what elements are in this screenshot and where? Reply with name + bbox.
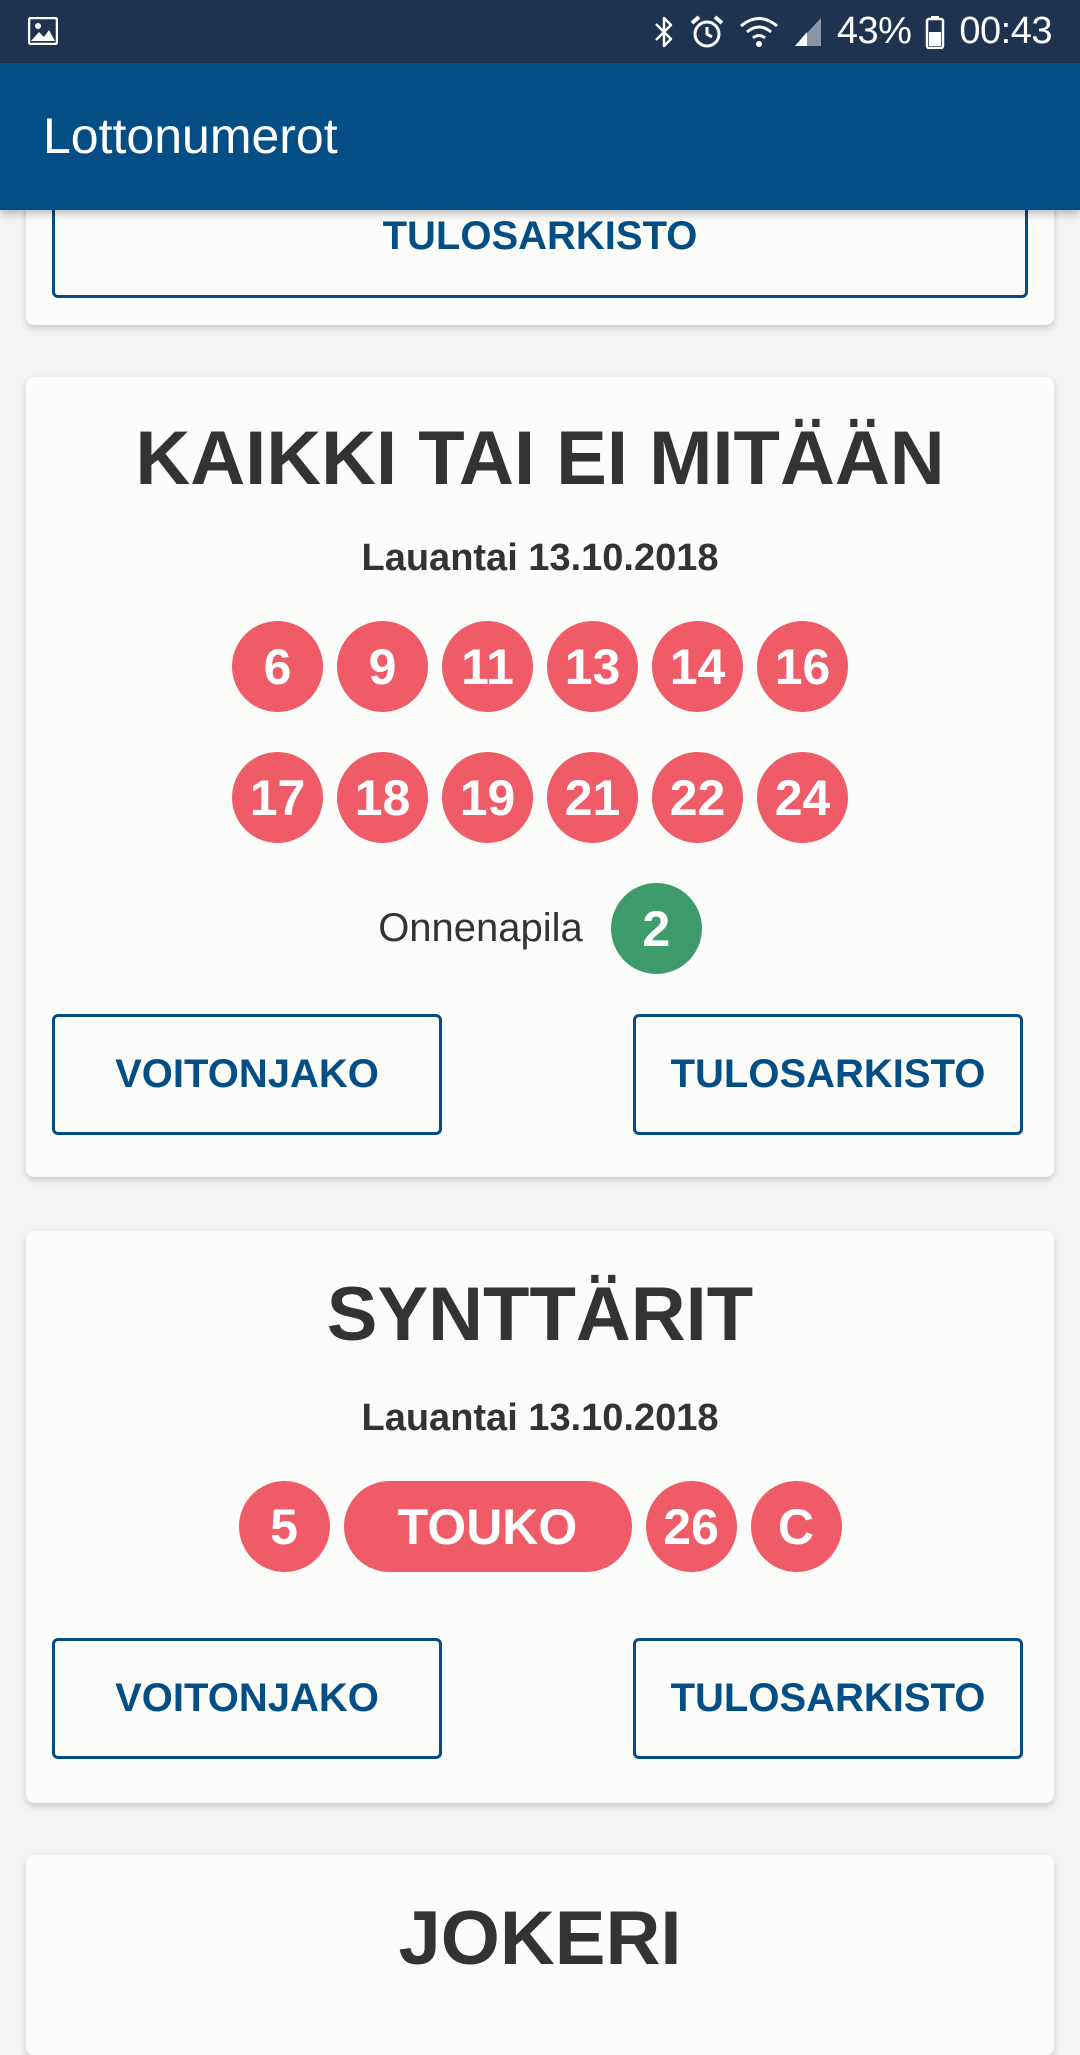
draw-date: Lauantai 13.10.2018 xyxy=(361,537,719,579)
results-archive-button[interactable]: TULOSARKISTO xyxy=(633,1014,1023,1135)
number-ball: 18 xyxy=(337,752,428,843)
numbers-row: 17 18 19 21 22 24 xyxy=(26,752,1054,843)
number-ball: 22 xyxy=(652,752,743,843)
number-ball: 24 xyxy=(757,752,848,843)
app-bar: Lottonumerot xyxy=(0,63,1080,210)
status-bar: 43% 00:43 xyxy=(0,0,1080,63)
card-title: KAIKKI TAI EI MITÄÄN xyxy=(135,416,945,501)
gallery-icon xyxy=(28,17,58,45)
wifi-icon xyxy=(739,16,778,47)
synttarit-card: SYNTTÄRIT Lauantai 13.10.2018 5 TOUKO 26… xyxy=(26,1231,1054,1803)
battery-percentage: 43% xyxy=(836,10,912,52)
card-title: SYNTTÄRIT xyxy=(326,1272,754,1357)
prize-breakdown-button[interactable]: VOITONJAKO xyxy=(52,1014,442,1135)
bonus-label: Onnenapila xyxy=(378,906,583,950)
day-ball: 5 xyxy=(238,1481,330,1572)
signal-icon xyxy=(794,17,821,46)
letter-ball: C xyxy=(750,1481,842,1572)
bonus-number-row: Onnenapila 2 xyxy=(26,883,1054,974)
battery-icon xyxy=(926,15,945,49)
number-ball: 17 xyxy=(232,752,323,843)
kaikki-tai-ei-mitaan-card: KAIKKI TAI EI MITÄÄN Lauantai 13.10.2018… xyxy=(26,377,1054,1177)
card-title: JOKERI xyxy=(398,1896,682,1981)
number-ball: 13 xyxy=(547,621,638,712)
number-ball: 6 xyxy=(232,621,323,712)
month-pill: TOUKO xyxy=(343,1481,632,1572)
number-ball: 19 xyxy=(442,752,533,843)
numbers-row: 6 9 11 13 14 16 xyxy=(26,621,1054,712)
number-ball: 21 xyxy=(547,752,638,843)
numbers-row: 5 TOUKO 26 C xyxy=(26,1481,1054,1572)
jokeri-card: JOKERI xyxy=(26,1855,1054,2055)
app-title: Lottonumerot xyxy=(43,108,338,164)
status-icons: 43% 00:43 xyxy=(653,0,1052,63)
results-archive-button[interactable]: TULOSARKISTO xyxy=(633,1638,1023,1759)
number-ball: 9 xyxy=(337,621,428,712)
number-ball: 11 xyxy=(442,621,533,712)
number-ball: 26 xyxy=(645,1481,737,1572)
draw-date: Lauantai 13.10.2018 xyxy=(361,1397,719,1439)
bonus-ball: 2 xyxy=(610,883,702,974)
number-ball: 16 xyxy=(757,621,848,712)
number-ball: 14 xyxy=(652,621,743,712)
alarm-icon xyxy=(690,14,724,47)
clock: 00:43 xyxy=(959,10,1052,52)
prize-breakdown-button[interactable]: VOITONJAKO xyxy=(52,1638,442,1759)
bluetooth-icon xyxy=(654,16,673,47)
